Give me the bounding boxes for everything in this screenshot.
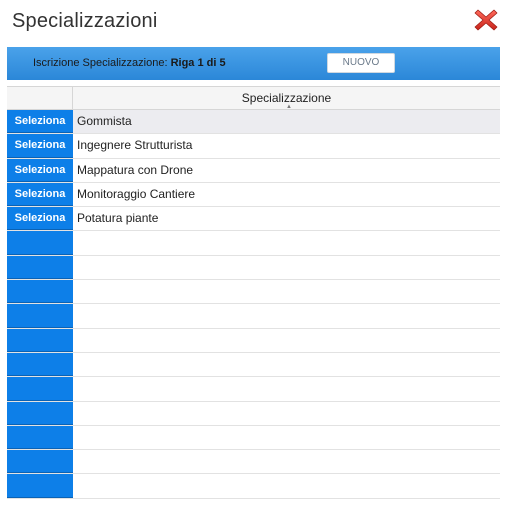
record-info: Iscrizione Specializzazione: Riga 1 di 5 <box>33 57 226 69</box>
close-x-icon <box>474 9 498 31</box>
empty-select-cell <box>7 474 73 498</box>
empty-select-cell <box>7 377 73 401</box>
specialization-name: Mappatura con Drone <box>77 162 194 177</box>
empty-row <box>7 401 500 426</box>
table-row[interactable]: Seleziona Mappatura con Drone <box>7 158 500 183</box>
table-row[interactable]: Seleziona Gommista <box>7 110 500 135</box>
empty-row <box>7 474 500 499</box>
select-row-button[interactable]: Seleziona <box>7 158 73 182</box>
grid-rows: Seleziona Gommista Seleziona Ingegnere Stru… <box>7 110 500 499</box>
table-row[interactable]: Seleziona Potatura piante <box>7 207 500 232</box>
empty-select-cell <box>7 328 73 352</box>
record-info-label: Iscrizione Specializzazione: <box>33 57 168 69</box>
record-info-value: Riga 1 di 5 <box>170 57 226 69</box>
close-button[interactable] <box>473 7 499 33</box>
select-row-button[interactable]: Seleziona <box>7 110 73 134</box>
empty-row <box>7 255 500 281</box>
empty-row <box>7 280 500 305</box>
empty-select-cell <box>7 352 73 377</box>
column-header-specializzazione[interactable]: Specializzazione <box>73 91 500 105</box>
select-row-button[interactable]: Seleziona <box>7 207 73 231</box>
empty-select-cell <box>7 401 73 425</box>
empty-select-cell <box>7 280 73 304</box>
empty-select-cell <box>7 304 73 328</box>
empty-row <box>7 450 500 475</box>
specialization-name: Ingegnere Strutturista <box>77 138 193 153</box>
select-row-button[interactable]: Seleziona <box>7 182 73 207</box>
empty-row <box>7 352 500 378</box>
empty-row <box>7 231 500 256</box>
table-row[interactable]: Seleziona Ingegnere Strutturista <box>7 134 500 159</box>
empty-select-cell <box>7 450 73 474</box>
empty-row <box>7 425 500 451</box>
table-row[interactable]: Seleziona Monitoraggio Cantiere <box>7 182 500 208</box>
specializations-grid: Specializzazione ▲ Seleziona Gommista Sele… <box>7 86 500 514</box>
empty-select-cell <box>7 425 73 450</box>
grid-header: Specializzazione ▲ <box>7 86 500 110</box>
grid-toolbar: Iscrizione Specializzazione: Riga 1 di 5… <box>7 47 500 80</box>
specialization-name: Potatura piante <box>77 211 159 226</box>
select-column-header <box>7 87 73 109</box>
specialization-name: Monitoraggio Cantiere <box>77 186 196 201</box>
empty-select-cell <box>7 255 73 280</box>
empty-row <box>7 304 500 329</box>
specialization-name: Gommista <box>77 114 132 128</box>
dialog-title: Specializzazioni <box>12 10 158 32</box>
empty-row <box>7 328 500 353</box>
new-button[interactable]: NUOVO <box>327 53 395 73</box>
empty-row <box>7 377 500 402</box>
empty-select-cell <box>7 231 73 255</box>
select-row-button[interactable]: Seleziona <box>7 134 73 158</box>
